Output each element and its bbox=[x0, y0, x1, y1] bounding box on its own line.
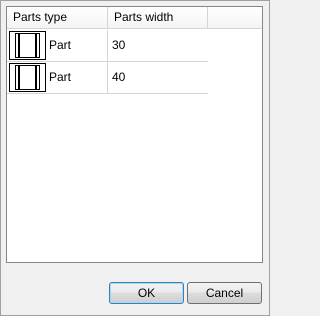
table-row[interactable]: Part 40 bbox=[7, 62, 208, 94]
column-header-filler bbox=[208, 7, 262, 28]
part-icon bbox=[9, 31, 46, 60]
parts-dialog: Parts type Parts width Part 30 Part 40 O… bbox=[0, 0, 270, 316]
table-row[interactable]: Part 30 bbox=[7, 30, 208, 62]
cell-parts-type-label: Part bbox=[49, 38, 72, 52]
list-header: Parts type Parts width bbox=[7, 7, 262, 29]
cell-parts-width: 30 bbox=[112, 38, 126, 52]
part-icon bbox=[9, 63, 46, 92]
parts-list[interactable]: Parts type Parts width Part 30 Part 40 bbox=[6, 6, 263, 263]
cell-parts-width: 40 bbox=[112, 70, 126, 84]
column-header-parts-type[interactable]: Parts type bbox=[7, 7, 108, 28]
cell-parts-type: Part bbox=[7, 62, 108, 93]
ok-button[interactable]: OK bbox=[109, 282, 184, 304]
cell-parts-type: Part bbox=[7, 30, 108, 61]
column-header-parts-width[interactable]: Parts width bbox=[108, 7, 208, 28]
cell-parts-type-label: Part bbox=[49, 70, 72, 84]
cancel-button[interactable]: Cancel bbox=[187, 282, 262, 304]
